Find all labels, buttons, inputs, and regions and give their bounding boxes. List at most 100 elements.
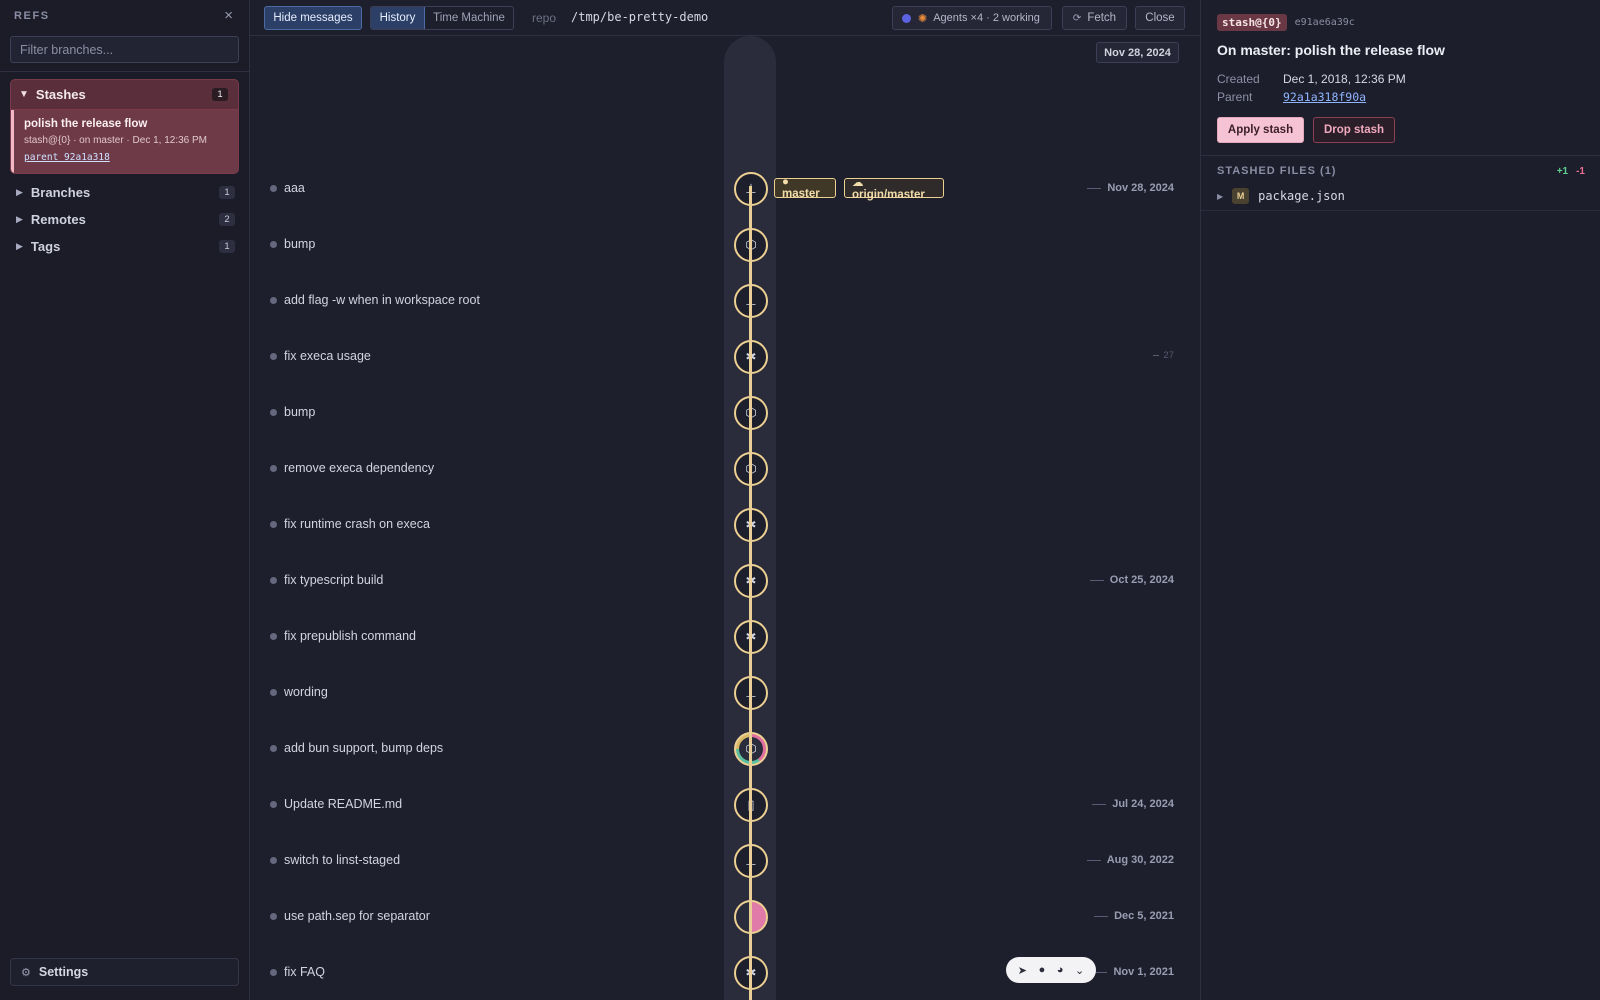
commit-row[interactable]: wording⊥: [250, 676, 1200, 710]
bullet-icon: [270, 409, 277, 416]
agents-status-button[interactable]: ✺ Agents ×4 · 2 working: [892, 6, 1052, 30]
bullet-icon: [270, 185, 277, 192]
created-value: Dec 1, 2018, 12:36 PM: [1283, 72, 1406, 86]
settings-button[interactable]: ⚙ Settings: [10, 958, 239, 986]
created-row: Created Dec 1, 2018, 12:36 PM: [1217, 72, 1406, 86]
stashes-section: ▼ Stashes 1 polish the release flow stas…: [10, 79, 239, 174]
modified-status-badge: M: [1232, 188, 1250, 204]
commit-message: fix typescript build: [284, 573, 384, 587]
commit-date: Nov 1, 2021: [1093, 966, 1174, 978]
bullet-icon: [270, 297, 277, 304]
commit-message: wording: [284, 685, 328, 699]
commit-row[interactable]: fix execa usage✱27: [250, 340, 1200, 374]
settings-label: Settings: [38, 965, 89, 979]
created-label: Created: [1217, 72, 1260, 86]
deletions-count: -1: [1576, 165, 1585, 177]
agent-avatar-icon: [902, 13, 911, 23]
stash-list-item[interactable]: polish the release flow stash@{0} · on m…: [11, 110, 238, 173]
commit-message: fix runtime crash on execa: [284, 517, 430, 531]
sidebar-section-branches[interactable]: ▶ Branches 1: [10, 181, 239, 203]
send-icon[interactable]: ➤: [1018, 964, 1027, 977]
commit-row[interactable]: fix typescript build✱Oct 25, 2024: [250, 564, 1200, 598]
triangle-down-icon: ▼: [19, 89, 29, 100]
commit-message: add flag -w when in workspace root: [284, 293, 480, 307]
stashes-header[interactable]: ▼ Stashes 1: [11, 80, 238, 110]
commit-date: Aug 30, 2022: [1087, 854, 1174, 866]
count-badge: 1: [219, 185, 235, 199]
filter-branches-input[interactable]: [10, 36, 239, 63]
commit-row[interactable]: remove execa dependency⬡: [250, 452, 1200, 486]
fetch-label: Fetch: [1087, 12, 1117, 24]
sidebar-section-tags[interactable]: ▶ Tags 1: [10, 235, 239, 257]
commit-message: bump: [284, 405, 316, 419]
bullet-icon: [270, 465, 277, 472]
commit-date: 27: [1153, 350, 1174, 361]
stashes-label: Stashes: [35, 87, 86, 102]
stash-title: On master: polish the release flow: [1217, 42, 1445, 58]
tab-history[interactable]: History: [371, 7, 425, 29]
bullet-icon: [270, 857, 277, 864]
commit-row[interactable]: fix runtime crash on execa✱: [250, 508, 1200, 542]
stash-parent-link[interactable]: parent 92a1a318: [24, 152, 110, 163]
comment-icon[interactable]: ●: [1039, 964, 1046, 976]
bullet-icon: [270, 913, 277, 920]
commit-message: fix FAQ: [284, 965, 325, 979]
triangle-right-icon: ▶: [16, 186, 23, 197]
commit-row[interactable]: switch to linst-staged⊥Aug 30, 2022: [250, 844, 1200, 878]
refresh-icon: ⟳: [1072, 12, 1082, 24]
hide-messages-button[interactable]: Hide messages: [264, 6, 362, 30]
count-badge: 1: [219, 239, 235, 253]
floating-mini-toolbar: ➤ ● ◕ ⌄: [1006, 957, 1096, 983]
stash-detail-panel: stash@{0} e91ae6a39c On master: polish t…: [1200, 0, 1600, 1000]
agents-status-text: Agents ×4 · 2 working: [933, 12, 1040, 24]
stashed-file-row[interactable]: ▶ M package.json: [1217, 186, 1585, 206]
commit-row[interactable]: add flag -w when in workspace root⊥: [250, 284, 1200, 318]
filter-wrap: [0, 31, 249, 63]
commit-row[interactable]: bump⬡: [250, 228, 1200, 262]
bullet-icon: [270, 969, 277, 976]
repo-path: /tmp/be-pretty-demo: [571, 10, 709, 24]
section-label: Branches: [30, 184, 91, 200]
drop-stash-button[interactable]: Drop stash: [1313, 117, 1395, 143]
commit-row[interactable]: add bun support, bump deps⬡: [250, 732, 1200, 766]
apply-stash-button[interactable]: Apply stash: [1217, 117, 1304, 143]
sidebar-section-remotes[interactable]: ▶ Remotes 2: [10, 208, 239, 230]
bullet-icon: [270, 689, 277, 696]
parent-sha-link[interactable]: 92a1a318f90a: [1283, 90, 1366, 104]
refs-sidebar: REFS × ▼ Stashes 1 polish the release fl…: [0, 0, 250, 1000]
tab-time-machine[interactable]: Time Machine: [425, 7, 513, 29]
top-toolbar: Hide messages History Time Machine repo …: [250, 0, 1200, 36]
bullet-icon: [270, 633, 277, 640]
commit-row[interactable]: fix prepublish command✱: [250, 620, 1200, 654]
commit-row[interactable]: use path.sep for separator Dec 5, 2021: [250, 900, 1200, 934]
commit-row[interactable]: Update README.md▯Jul 24, 2024: [250, 788, 1200, 822]
commit-date: Jul 24, 2024: [1092, 798, 1174, 810]
commit-message: switch to linst-staged: [284, 853, 401, 867]
chevron-down-icon[interactable]: ⌄: [1075, 964, 1084, 977]
close-icon[interactable]: ×: [224, 7, 233, 24]
palette-icon[interactable]: ◕: [1057, 964, 1064, 976]
bullet-icon: [270, 521, 277, 528]
bullet-icon: [270, 241, 277, 248]
triangle-right-icon: ▶: [1217, 191, 1224, 201]
commit-row[interactable]: aaa⊥Nov 28, 2024● master☁ origin/master: [250, 172, 1200, 206]
branch-tag-master[interactable]: ● master: [774, 176, 836, 200]
bullet-icon: [270, 801, 277, 808]
stash-item-title: polish the release flow: [24, 118, 148, 130]
stashes-count-badge: 1: [212, 88, 228, 101]
stashed-files-label: STASHED FILES (1): [1217, 165, 1337, 177]
commit-date: Oct 25, 2024: [1090, 574, 1174, 586]
file-name: package.json: [1258, 189, 1345, 203]
bullet-icon: [270, 353, 277, 360]
repo-label: repo: [532, 11, 557, 25]
fetch-button[interactable]: ⟳ Fetch: [1062, 6, 1127, 30]
sidebar-title: REFS: [14, 9, 50, 22]
branch-tag-origin-master[interactable]: ☁ origin/master: [844, 177, 944, 201]
commit-message: aaa: [284, 181, 305, 195]
commit-row[interactable]: bump⬡: [250, 396, 1200, 430]
bullet-icon: [270, 577, 277, 584]
sidebar-header: REFS ×: [0, 0, 249, 31]
commit-message: fix prepublish command: [284, 629, 417, 643]
bullet-icon: [270, 745, 277, 752]
close-button[interactable]: Close: [1135, 6, 1185, 30]
